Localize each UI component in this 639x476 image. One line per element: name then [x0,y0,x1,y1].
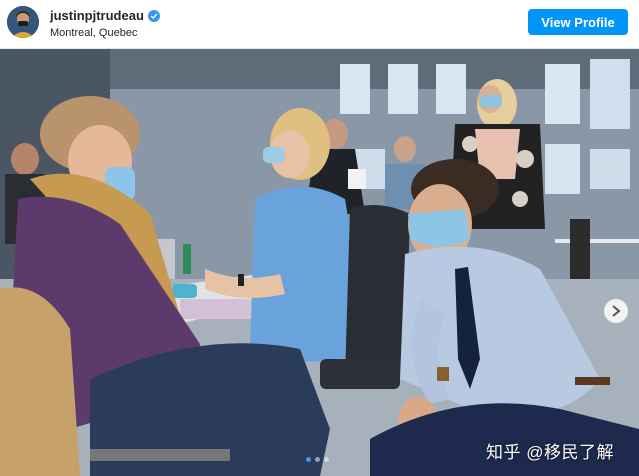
carousel-dot-3 [324,457,329,462]
post-header: justinpjtrudeau Montreal, Quebec View Pr… [0,0,639,49]
carousel-dot-1 [306,457,311,462]
profile-avatar[interactable] [7,6,39,38]
location-link[interactable]: Montreal, Quebec [50,25,160,41]
username-link[interactable]: justinpjtrudeau [50,8,144,24]
watermark-text: 知乎 @移民了解 [486,443,614,462]
verified-check-icon [147,10,160,22]
username-row: justinpjtrudeau [50,8,160,24]
post-photo [0,49,639,476]
carousel-dot-2 [315,457,320,462]
chevron-right-icon [612,305,621,317]
carousel-indicator [306,457,329,462]
user-info: justinpjtrudeau Montreal, Quebec [50,8,160,41]
view-profile-button[interactable]: View Profile [528,9,628,35]
next-slide-button[interactable] [604,299,628,323]
